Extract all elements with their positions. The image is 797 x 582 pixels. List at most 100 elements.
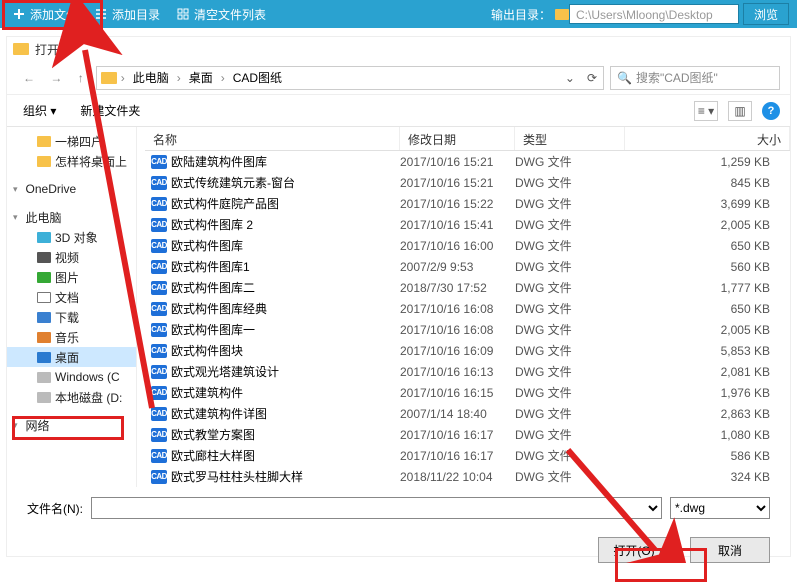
cad-file-icon: CAD (151, 239, 167, 253)
filename-label: 文件名(N): (27, 500, 83, 517)
help-button[interactable]: ? (762, 102, 780, 120)
file-row[interactable]: CAD欧式构件图库12007/2/9 9:53DWG 文件560 KB (145, 256, 790, 277)
file-size: 5,853 KB (625, 344, 790, 358)
file-name: 欧式构件图库 2 (171, 216, 253, 233)
nav-back-button[interactable]: ← (17, 67, 41, 89)
file-size: 1,080 KB (625, 428, 790, 442)
crumb-this-pc[interactable]: 此电脑 (129, 69, 173, 86)
outdir-label: 输出目录： (491, 6, 555, 23)
file-row[interactable]: CAD欧式传统建筑元素-窗台2017/10/16 15:21DWG 文件845 … (145, 172, 790, 193)
sidebar-item-dl[interactable]: 下载 (7, 307, 136, 327)
file-name: 欧式构件图库 (171, 237, 243, 254)
search-input[interactable]: 🔍 搜索"CAD图纸" (610, 66, 780, 90)
file-row[interactable]: CAD欧式构件图库一2017/10/16 16:08DWG 文件2,005 KB (145, 319, 790, 340)
file-date: 2017/10/16 16:00 (400, 239, 515, 253)
nav-forward-button[interactable]: → (44, 67, 68, 89)
desk-icon (37, 352, 51, 363)
cad-file-icon: CAD (151, 407, 167, 421)
crumb-folder[interactable]: CAD图纸 (229, 69, 286, 86)
file-row[interactable]: CAD欧式构件图库 22017/10/16 15:41DWG 文件2,005 K… (145, 214, 790, 235)
file-row[interactable]: CAD欧式建筑构件详图2007/1/14 18:40DWG 文件2,863 KB (145, 403, 790, 424)
sidebar-item-recent[interactable]: 一梯四户 (7, 131, 136, 151)
file-row[interactable]: CAD欧式廊柱大样图2017/10/16 16:17DWG 文件586 KB (145, 445, 790, 466)
file-size: 650 KB (625, 239, 790, 253)
file-type: DWG 文件 (515, 258, 625, 275)
file-type: DWG 文件 (515, 468, 625, 485)
organize-dropdown[interactable]: 组织 ▾ (17, 98, 62, 123)
music-icon (37, 332, 51, 343)
file-row[interactable]: CAD欧式建筑构件2017/10/16 16:15DWG 文件1,976 KB (145, 382, 790, 403)
breadcrumb-bar[interactable]: › 此电脑 › 桌面 › CAD图纸 ⌄ ⟳ (96, 66, 604, 90)
path-dropdown-button[interactable]: ⌄ (559, 71, 581, 85)
column-header-size[interactable]: 大小 (625, 127, 790, 150)
file-size: 586 KB (625, 449, 790, 463)
file-row[interactable]: CAD欧式教堂方案图2017/10/16 16:17DWG 文件1,080 KB (145, 424, 790, 445)
browse-button[interactable]: 浏览 (743, 3, 789, 25)
sidebar-item-disk[interactable]: 本地磁盘 (D: (7, 387, 136, 407)
open-button[interactable]: 打开(O) (598, 537, 678, 563)
sidebar-item-disk[interactable]: Windows (C (7, 367, 136, 387)
refresh-button[interactable]: ⟳ (581, 71, 603, 85)
cad-file-icon: CAD (151, 365, 167, 379)
clear-list-label: 清空文件列表 (194, 6, 266, 23)
column-header-type[interactable]: 类型 (515, 127, 625, 150)
file-date: 2017/10/16 15:21 (400, 176, 515, 190)
add-file-button[interactable]: 添加文件 (4, 0, 86, 28)
plus-icon (12, 7, 26, 21)
sidebar-item-music[interactable]: 音乐 (7, 327, 136, 347)
list-icon (94, 7, 108, 21)
sidebar-item-network[interactable]: 网络 (7, 415, 136, 435)
sidebar-item-pic[interactable]: 图片 (7, 267, 136, 287)
sidebar-item-recent[interactable]: 怎样将桌面上 (7, 151, 136, 171)
cad-file-icon: CAD (151, 470, 167, 484)
view-mode-button[interactable]: ≡ ▾ (694, 101, 718, 121)
sidebar-item-doc[interactable]: 文档 (7, 287, 136, 307)
column-header-date[interactable]: 修改日期 (400, 127, 515, 150)
file-row[interactable]: CAD欧式罗马柱柱头柱脚大样2018/11/22 10:04DWG 文件324 … (145, 466, 790, 487)
file-type: DWG 文件 (515, 384, 625, 401)
search-icon: 🔍 (617, 71, 632, 85)
add-dir-button[interactable]: 添加目录 (86, 0, 168, 28)
preview-pane-button[interactable]: ▥ (728, 101, 752, 121)
sidebar-item-this-pc[interactable]: 此电脑 (7, 207, 136, 227)
sidebar-item-blue3d[interactable]: 3D 对象 (7, 227, 136, 247)
file-date: 2017/10/16 16:17 (400, 449, 515, 463)
nav-up-button[interactable]: ↑ (72, 67, 90, 89)
file-row[interactable]: CAD欧陆建筑构件图库2017/10/16 15:21DWG 文件1,259 K… (145, 151, 790, 172)
file-size: 845 KB (625, 176, 790, 190)
file-row[interactable]: CAD欧式观光塔建筑设计2017/10/16 16:13DWG 文件2,081 … (145, 361, 790, 382)
sidebar-splitter[interactable] (137, 127, 145, 487)
filename-input[interactable] (91, 497, 662, 519)
sidebar-item-video[interactable]: 视频 (7, 247, 136, 267)
file-date: 2017/10/16 16:08 (400, 302, 515, 316)
clear-list-button[interactable]: 清空文件列表 (168, 0, 274, 28)
file-name: 欧式教堂方案图 (171, 426, 255, 443)
file-name: 欧陆建筑构件图库 (171, 153, 267, 170)
cancel-button[interactable]: 取消 (690, 537, 770, 563)
file-name: 欧式罗马柱柱头柱脚大样 (171, 468, 303, 485)
file-row[interactable]: CAD欧式构件图块2017/10/16 16:09DWG 文件5,853 KB (145, 340, 790, 361)
file-row[interactable]: CAD欧式构件图库二2018/7/30 17:52DWG 文件1,777 KB (145, 277, 790, 298)
file-name: 欧式构件图库经典 (171, 300, 267, 317)
file-type: DWG 文件 (515, 195, 625, 212)
file-type-filter[interactable]: *.dwg (670, 497, 770, 519)
nav-arrows: ← → ↑ (17, 71, 90, 85)
file-list: 名称 修改日期 类型 大小 CAD欧陆建筑构件图库2017/10/16 15:2… (145, 127, 790, 487)
file-row[interactable]: CAD欧式构件庭院产品图2017/10/16 15:22DWG 文件3,699 … (145, 193, 790, 214)
column-header-name[interactable]: 名称 (145, 127, 400, 150)
file-row[interactable]: CAD欧式构件图库经典2017/10/16 16:08DWG 文件650 KB (145, 298, 790, 319)
file-type: DWG 文件 (515, 321, 625, 338)
new-folder-button[interactable]: 新建文件夹 (74, 98, 146, 123)
dialog-footer: 文件名(N): *.dwg 打开(O) 取消 (7, 487, 790, 577)
sidebar-item-onedrive[interactable]: OneDrive (7, 179, 136, 199)
nav-row: ← → ↑ › 此电脑 › 桌面 › CAD图纸 ⌄ ⟳ 🔍 搜索"CAD图纸" (7, 61, 790, 95)
file-list-header: 名称 修改日期 类型 大小 (145, 127, 790, 151)
cad-file-icon: CAD (151, 218, 167, 232)
outdir-path-field[interactable]: C:\Users\Mloong\Desktop (569, 4, 739, 24)
file-name: 欧式观光塔建筑设计 (171, 363, 279, 380)
file-date: 2017/10/16 16:09 (400, 344, 515, 358)
sidebar-item-desk[interactable]: 桌面 (7, 347, 136, 367)
file-row[interactable]: CAD欧式构件图库2017/10/16 16:00DWG 文件650 KB (145, 235, 790, 256)
file-name: 欧式构件图库二 (171, 279, 255, 296)
crumb-desktop[interactable]: 桌面 (185, 69, 217, 86)
